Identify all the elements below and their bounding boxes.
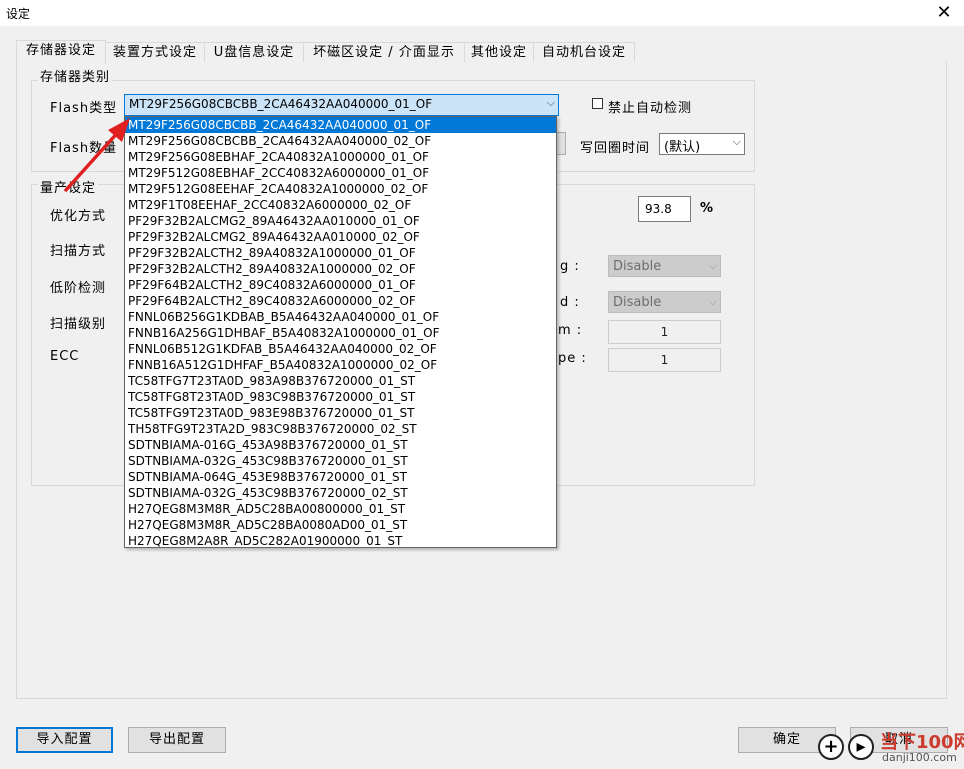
dropdown-option[interactable]: MT29F256G08CBCBB_2CA46432AA040000_02_OF <box>125 133 556 149</box>
import-config-button[interactable]: 导入配置 <box>16 727 113 753</box>
dropdown-option[interactable]: TC58TFG9T23TA0D_983E98B376720000_01_ST <box>125 405 556 421</box>
scan-mode-label: 扫描方式 <box>50 244 107 259</box>
dropdown-option[interactable]: PF29F64B2ALCTH2_89C40832A6000000_02_OF <box>125 293 556 309</box>
disabled-select-1: Disable ⌵ <box>608 255 721 277</box>
write-back-time-value: (默认) <box>664 140 701 155</box>
disabled-input-4: 1 <box>608 348 721 372</box>
disable-auto-detect-checkbox[interactable] <box>592 98 603 109</box>
disable-auto-detect-label: 禁止自动检测 <box>608 101 693 116</box>
title-bar <box>0 0 964 26</box>
dropdown-option[interactable]: SDTNBIAMA-064G_453E98B376720000_01_ST <box>125 469 556 485</box>
tab-auto-machine[interactable]: 自动机台设定 <box>533 42 635 63</box>
flash-type-select[interactable]: MT29F256G08CBCBB_2CA46432AA040000_01_OF … <box>124 94 559 116</box>
watermark-plus-icon: + <box>818 734 844 760</box>
dropdown-option[interactable]: PF29F32B2ALCTH2_89A40832A1000000_02_OF <box>125 261 556 277</box>
disabled-select-1-value: Disable <box>613 259 662 274</box>
close-button[interactable]: ✕ <box>924 0 964 26</box>
flash-type-dropdown-list[interactable]: MT29F256G08CBCBB_2CA46432AA040000_01_OF … <box>124 116 557 548</box>
disabled-select-2-value: Disable <box>613 295 662 310</box>
tab-bad-sector-ui[interactable]: 坏磁区设定 / 介面显示 <box>303 42 465 63</box>
disabled-input-3: 1 <box>608 320 721 344</box>
chevron-down-icon: ⌵ <box>708 295 717 308</box>
tab-device-mode[interactable]: 装置方式设定 <box>105 42 205 63</box>
dropdown-option[interactable]: FNNB16A256G1DHBAF_B5A40832A1000000_01_OF <box>125 325 556 341</box>
window-title: 设定 <box>6 7 31 21</box>
dropdown-option[interactable]: MT29F256G08CBCBB_2CA46432AA040000_01_OF <box>125 117 556 133</box>
dropdown-option[interactable]: TH58TFG9T23TA2D_983C98B376720000_02_ST <box>125 421 556 437</box>
dropdown-option[interactable]: SDTNBIAMA-032G_453C98B376720000_02_ST <box>125 485 556 501</box>
flash-type-value: MT29F256G08CBCBB_2CA46432AA040000_01_OF <box>129 97 433 111</box>
dropdown-option[interactable]: TC58TFG8T23TA0D_983C98B376720000_01_ST <box>125 389 556 405</box>
dropdown-option[interactable]: MT29F512G08EBHAF_2CC40832A6000000_01_OF <box>125 165 556 181</box>
export-config-button[interactable]: 导出配置 <box>128 727 226 753</box>
storage-type-group-title: 存储器类别 <box>38 66 113 85</box>
optimize-label: 优化方式 <box>50 209 107 224</box>
dropdown-option[interactable]: FNNL06B512G1KDFAB_B5A46432AA040000_02_OF <box>125 341 556 357</box>
dropdown-option[interactable]: PF29F32B2ALCMG2_89A46432AA010000_01_OF <box>125 213 556 229</box>
write-back-time-select[interactable]: (默认) ⌵ <box>659 133 745 155</box>
tab-udisk-info[interactable]: U盘信息设定 <box>204 42 304 63</box>
dropdown-option[interactable]: TC58TFG7T23TA0D_983A98B376720000_01_ST <box>125 373 556 389</box>
dropdown-option[interactable]: FNNB16A512G1DHFAF_B5A40832A1000000_02_OF <box>125 357 556 373</box>
partial-label-2: d : <box>560 295 580 310</box>
dropdown-option[interactable]: MT29F256G08EBHAF_2CA40832A1000000_01_OF <box>125 149 556 165</box>
dropdown-option[interactable]: H27QEG8M2A8R_AD5C282A01900000_01_ST <box>125 533 556 547</box>
tab-storage-settings[interactable]: 存储器设定 <box>16 40 106 64</box>
ecc-label: ECC <box>50 349 80 364</box>
scan-level-label: 扫描级别 <box>50 317 107 332</box>
percent-sign: % <box>700 201 715 216</box>
dropdown-option[interactable]: H27QEG8M3M8R_AD5C28BA0080AD00_01_ST <box>125 517 556 533</box>
chevron-down-icon: ⌵ <box>546 96 555 109</box>
dropdown-option[interactable]: SDTNBIAMA-016G_453A98B376720000_01_ST <box>125 437 556 453</box>
chevron-down-icon: ⌵ <box>732 135 741 148</box>
partial-label-1: g : <box>560 259 580 274</box>
watermark-url: danji100.com <box>882 751 957 764</box>
write-back-time-label: 写回圈时间 <box>580 141 651 156</box>
percent-input[interactable]: 93.8 <box>638 196 691 222</box>
dropdown-option[interactable]: PF29F32B2ALCTH2_89A40832A1000000_01_OF <box>125 245 556 261</box>
tab-other-settings[interactable]: 其他设定 <box>464 42 534 63</box>
dropdown-option[interactable]: FNNL06B256G1KDBAB_B5A46432AA040000_01_OF <box>125 309 556 325</box>
partial-label-3: m : <box>558 323 583 338</box>
dropdown-option[interactable]: H27QEG8M3M8R_AD5C28BA00800000_01_ST <box>125 501 556 517</box>
chevron-down-icon: ⌵ <box>708 259 717 272</box>
low-level-detect-label: 低阶检测 <box>50 281 107 296</box>
dropdown-option[interactable]: MT29F1T08EEHAF_2CC40832A6000000_02_OF <box>125 197 556 213</box>
disabled-select-2: Disable ⌵ <box>608 291 721 313</box>
partial-label-4: pe : <box>558 351 587 366</box>
dropdown-option[interactable]: MT29F512G08EEHAF_2CA40832A1000000_02_OF <box>125 181 556 197</box>
dropdown-option[interactable]: PF29F32B2ALCMG2_89A46432AA010000_02_OF <box>125 229 556 245</box>
dropdown-option[interactable]: SDTNBIAMA-032G_453C98B376720000_01_ST <box>125 453 556 469</box>
annotation-arrow-icon <box>64 118 130 192</box>
dropdown-option[interactable]: PF29F64B2ALCTH2_89C40832A6000000_01_OF <box>125 277 556 293</box>
watermark-play-icon: ▸ <box>848 734 874 760</box>
flash-count-spin[interactable] <box>556 132 566 155</box>
